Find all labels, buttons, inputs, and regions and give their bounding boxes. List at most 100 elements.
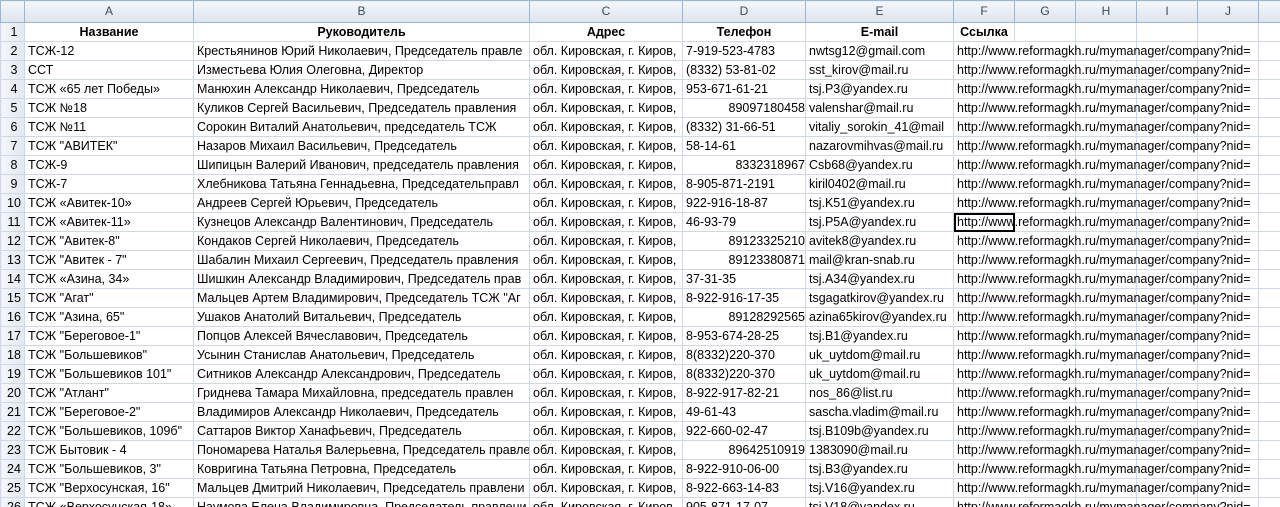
cell-email[interactable]: avitek8@yandex.ru <box>805 231 954 251</box>
cell-manager[interactable]: Куликов Сергей Васильевич, Председатель … <box>193 98 530 118</box>
row-number[interactable]: 21 <box>0 402 25 422</box>
column-header-k[interactable] <box>1258 0 1280 23</box>
cell-link[interactable]: http://www.reformagkh.ru/mymanager/compa… <box>953 269 1251 289</box>
cell-address[interactable]: обл. Кировская, г. Киров, <box>529 136 683 156</box>
cell-name[interactable]: ТСЖ «Азина, 34» <box>24 269 194 289</box>
cell-address[interactable]: обл. Кировская, г. Киров, <box>529 326 683 346</box>
cell-address[interactable]: обл. Кировская, г. Киров, <box>529 174 683 194</box>
cell-email[interactable]: Csb68@yandex.ru <box>805 155 954 175</box>
cell-name[interactable]: ТСЖ "АВИТЕК" <box>24 136 194 156</box>
select-all-corner[interactable] <box>0 0 25 23</box>
cell-link[interactable]: http://www.reformagkh.ru/mymanager/compa… <box>953 440 1251 460</box>
cell-phone[interactable]: 89123325210 <box>682 231 806 251</box>
cell-link[interactable]: http://www.reformagkh.ru/mymanager/compa… <box>953 345 1251 365</box>
cell-name[interactable]: ТСЖ "Большевиков, 109б" <box>24 421 194 441</box>
cell-manager[interactable]: Кондаков Сергей Николаевич, Председатель <box>193 231 530 251</box>
cell-email[interactable]: tsj.V16@yandex.ru <box>805 478 954 498</box>
cell-phone[interactable]: 8-953-674-28-25 <box>682 326 806 346</box>
cell-address[interactable]: обл. Кировская, г. Киров, <box>529 98 683 118</box>
cell-phone[interactable]: 922-916-18-87 <box>682 193 806 213</box>
cell-address[interactable]: обл. Кировская, г. Киров, <box>529 231 683 251</box>
cell-phone[interactable]: 8(8332)220-370 <box>682 364 806 384</box>
row-number[interactable]: 8 <box>0 155 25 175</box>
cell-manager[interactable]: Саттаров Виктор Ханафьевич, Председатель <box>193 421 530 441</box>
cell-link[interactable]: http://www.reformagkh.ru/mymanager/compa… <box>953 459 1251 479</box>
cell-link[interactable]: http://www.reformagkh.ru/mymanager/compa… <box>953 478 1251 498</box>
cell-address[interactable]: обл. Кировская, г. Киров, <box>529 250 683 270</box>
row-number[interactable]: 24 <box>0 459 25 479</box>
cell-address[interactable]: обл. Кировская, г. Киров, <box>529 117 683 137</box>
cell[interactable] <box>1258 307 1280 327</box>
cell-name[interactable]: ТСЖ «Авитек-10» <box>24 193 194 213</box>
cell-link[interactable]: http://www.reformagkh.ru/mymanager/compa… <box>953 402 1251 422</box>
row-number[interactable]: 22 <box>0 421 25 441</box>
cell[interactable] <box>1258 497 1280 507</box>
cell-address[interactable]: обл. Кировская, г. Киров, <box>529 193 683 213</box>
row-number[interactable]: 12 <box>0 231 25 251</box>
cell-email[interactable]: valenshar@mail.ru <box>805 98 954 118</box>
cell-link[interactable]: http://www.reformagkh.ru/mymanager/compa… <box>953 326 1251 346</box>
column-header-f[interactable]: F <box>953 0 1015 23</box>
cell-manager[interactable]: Мальцев Дмитрий Николаевич, Председатель… <box>193 478 530 498</box>
cell-phone[interactable]: (8332) 53-81-02 <box>682 60 806 80</box>
column-header-g[interactable]: G <box>1014 0 1076 23</box>
cell-address[interactable]: обл. Кировская, г. Киров, <box>529 288 683 308</box>
cell[interactable] <box>1075 22 1137 42</box>
cell-address[interactable]: обл. Кировская, г. Киров, <box>529 364 683 384</box>
cell-manager[interactable]: Владимиров Александр Николаевич, Председ… <box>193 402 530 422</box>
column-header-j[interactable]: J <box>1197 0 1259 23</box>
cell[interactable] <box>1258 269 1280 289</box>
cell-manager[interactable]: Ситников Александр Александрович, Предсе… <box>193 364 530 384</box>
cell[interactable] <box>1258 22 1280 42</box>
cell-phone[interactable]: 49-61-43 <box>682 402 806 422</box>
spreadsheet[interactable]: A B C D E F G H I J 1 Название Руководит… <box>0 0 1280 507</box>
cell-phone[interactable]: 8-922-663-14-83 <box>682 478 806 498</box>
cell-name[interactable]: ТСЖ "Большевиков" <box>24 345 194 365</box>
cell-manager[interactable]: Ушаков Анатолий Витальевич, Председатель <box>193 307 530 327</box>
cell-manager[interactable]: Назаров Михаил Васильевич, Председатель <box>193 136 530 156</box>
cell-link[interactable]: http://www.reformagkh.ru/mymanager/compa… <box>953 98 1251 118</box>
cell-phone[interactable]: 953-671-61-21 <box>682 79 806 99</box>
cell-name[interactable]: ТСЖ-12 <box>24 41 194 61</box>
cell-name[interactable]: ТСЖ "Верхосунская, 16" <box>24 478 194 498</box>
cell-header-name[interactable]: Название <box>24 22 194 42</box>
cell-manager[interactable]: Манюхин Александр Николаевич, Председате… <box>193 79 530 99</box>
cell-name[interactable]: ТСЖ-9 <box>24 155 194 175</box>
cell-email[interactable]: mail@kran-snab.ru <box>805 250 954 270</box>
cell-header-email[interactable]: E-mail <box>805 22 954 42</box>
cell-manager[interactable]: Ковригина Татьяна Петровна, Председатель <box>193 459 530 479</box>
cell[interactable] <box>1258 193 1280 213</box>
cell-manager[interactable]: Изместьева Юлия Олеговна, Директор <box>193 60 530 80</box>
cell-link[interactable]: http://www.reformagkh.ru/mymanager/compa… <box>953 364 1251 384</box>
cell-phone[interactable]: 8-922-910-06-00 <box>682 459 806 479</box>
cell-phone[interactable]: 89128292565 <box>682 307 806 327</box>
cell-link[interactable]: http://www.reformagkh.ru/mymanager/compa… <box>953 60 1251 80</box>
cell-address[interactable]: обл. Кировская, г. Киров, <box>529 345 683 365</box>
column-header-i[interactable]: I <box>1136 0 1198 23</box>
cell[interactable] <box>1258 41 1280 61</box>
row-number[interactable]: 20 <box>0 383 25 403</box>
cell-header-link[interactable]: Ссылка <box>953 22 1015 42</box>
cell-link[interactable]: http://www.reformagkh.ru/mymanager/compa… <box>953 307 1251 327</box>
cell[interactable] <box>1258 288 1280 308</box>
cell[interactable] <box>1258 364 1280 384</box>
cell-manager[interactable]: Сорокин Виталий Анатольевич, председател… <box>193 117 530 137</box>
column-header-d[interactable]: D <box>682 0 806 23</box>
cell[interactable] <box>1258 79 1280 99</box>
cell-manager[interactable]: Шабалин Михаил Сергеевич, Председатель п… <box>193 250 530 270</box>
cell-email[interactable]: nwtsg12@gmail.com <box>805 41 954 61</box>
cell-name[interactable]: ТСЖ «Авитек-11» <box>24 212 194 232</box>
cell-address[interactable]: обл. Кировская, г. Киров, <box>529 497 683 507</box>
cell-email[interactable]: uk_uytdom@mail.ru <box>805 364 954 384</box>
cell[interactable] <box>1258 402 1280 422</box>
cell-name[interactable]: ТСЖ-7 <box>24 174 194 194</box>
cell-link[interactable]: http://www.reformagkh.ru/mymanager/compa… <box>953 383 1251 403</box>
cell-email[interactable]: nos_86@list.ru <box>805 383 954 403</box>
cell-header-address[interactable]: Адрес <box>529 22 683 42</box>
cell-email[interactable]: tsj.B3@yandex.ru <box>805 459 954 479</box>
row-number[interactable]: 2 <box>0 41 25 61</box>
row-number[interactable]: 5 <box>0 98 25 118</box>
cell-manager[interactable]: Андреев Сергей Юрьевич, Председатель <box>193 193 530 213</box>
row-number[interactable]: 23 <box>0 440 25 460</box>
cell-name[interactable]: ТСЖ "Большевиков 101" <box>24 364 194 384</box>
